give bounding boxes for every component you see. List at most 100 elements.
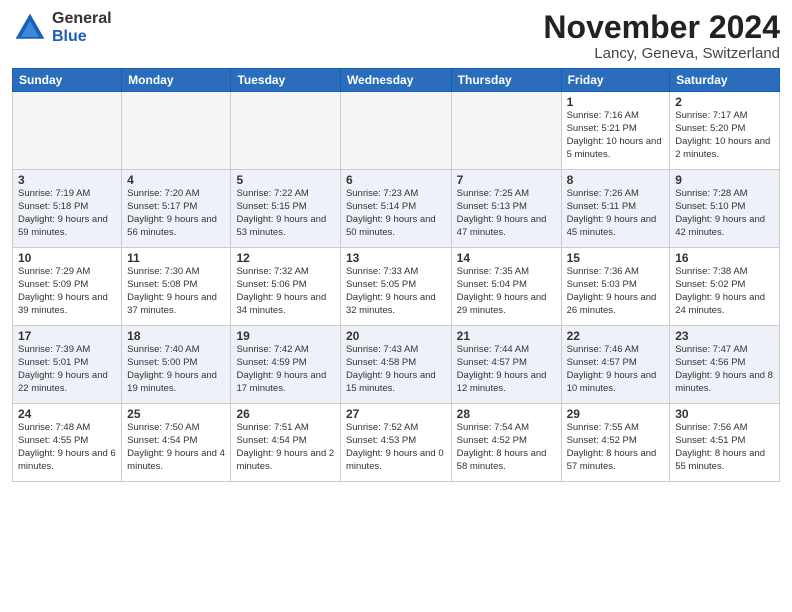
table-row: 23Sunrise: 7:47 AM Sunset: 4:56 PM Dayli… <box>670 326 780 404</box>
day-number: 28 <box>457 407 556 421</box>
table-row: 12Sunrise: 7:32 AM Sunset: 5:06 PM Dayli… <box>231 248 340 326</box>
table-row: 20Sunrise: 7:43 AM Sunset: 4:58 PM Dayli… <box>340 326 451 404</box>
day-number: 27 <box>346 407 446 421</box>
day-info: Sunrise: 7:23 AM Sunset: 5:14 PM Dayligh… <box>346 188 446 239</box>
calendar-header-row: Sunday Monday Tuesday Wednesday Thursday… <box>13 69 780 92</box>
day-number: 24 <box>18 407 116 421</box>
day-number: 20 <box>346 329 446 343</box>
day-number: 5 <box>236 173 334 187</box>
day-number: 8 <box>567 173 665 187</box>
table-row <box>451 92 561 170</box>
col-friday: Friday <box>561 69 670 92</box>
title-block: November 2024 Lancy, Geneva, Switzerland <box>543 10 780 62</box>
col-thursday: Thursday <box>451 69 561 92</box>
calendar-week-row: 17Sunrise: 7:39 AM Sunset: 5:01 PM Dayli… <box>13 326 780 404</box>
col-sunday: Sunday <box>13 69 122 92</box>
table-row: 27Sunrise: 7:52 AM Sunset: 4:53 PM Dayli… <box>340 404 451 482</box>
day-number: 4 <box>127 173 225 187</box>
calendar-week-row: 10Sunrise: 7:29 AM Sunset: 5:09 PM Dayli… <box>13 248 780 326</box>
day-info: Sunrise: 7:56 AM Sunset: 4:51 PM Dayligh… <box>675 422 774 473</box>
day-info: Sunrise: 7:38 AM Sunset: 5:02 PM Dayligh… <box>675 266 774 317</box>
day-info: Sunrise: 7:28 AM Sunset: 5:10 PM Dayligh… <box>675 188 774 239</box>
table-row: 6Sunrise: 7:23 AM Sunset: 5:14 PM Daylig… <box>340 170 451 248</box>
month-title: November 2024 <box>543 10 780 45</box>
day-info: Sunrise: 7:26 AM Sunset: 5:11 PM Dayligh… <box>567 188 665 239</box>
day-info: Sunrise: 7:17 AM Sunset: 5:20 PM Dayligh… <box>675 110 774 161</box>
day-info: Sunrise: 7:16 AM Sunset: 5:21 PM Dayligh… <box>567 110 665 161</box>
table-row: 19Sunrise: 7:42 AM Sunset: 4:59 PM Dayli… <box>231 326 340 404</box>
day-number: 11 <box>127 251 225 265</box>
day-info: Sunrise: 7:50 AM Sunset: 4:54 PM Dayligh… <box>127 422 225 473</box>
day-info: Sunrise: 7:35 AM Sunset: 5:04 PM Dayligh… <box>457 266 556 317</box>
col-saturday: Saturday <box>670 69 780 92</box>
logo-blue: Blue <box>52 28 112 46</box>
day-info: Sunrise: 7:32 AM Sunset: 5:06 PM Dayligh… <box>236 266 334 317</box>
table-row <box>13 92 122 170</box>
table-row: 9Sunrise: 7:28 AM Sunset: 5:10 PM Daylig… <box>670 170 780 248</box>
table-row <box>340 92 451 170</box>
day-number: 14 <box>457 251 556 265</box>
table-row: 4Sunrise: 7:20 AM Sunset: 5:17 PM Daylig… <box>122 170 231 248</box>
day-number: 1 <box>567 95 665 109</box>
table-row: 11Sunrise: 7:30 AM Sunset: 5:08 PM Dayli… <box>122 248 231 326</box>
day-info: Sunrise: 7:22 AM Sunset: 5:15 PM Dayligh… <box>236 188 334 239</box>
day-info: Sunrise: 7:42 AM Sunset: 4:59 PM Dayligh… <box>236 344 334 395</box>
day-number: 19 <box>236 329 334 343</box>
day-info: Sunrise: 7:47 AM Sunset: 4:56 PM Dayligh… <box>675 344 774 395</box>
day-number: 2 <box>675 95 774 109</box>
table-row: 10Sunrise: 7:29 AM Sunset: 5:09 PM Dayli… <box>13 248 122 326</box>
day-info: Sunrise: 7:39 AM Sunset: 5:01 PM Dayligh… <box>18 344 116 395</box>
table-row <box>231 92 340 170</box>
day-number: 12 <box>236 251 334 265</box>
table-row: 21Sunrise: 7:44 AM Sunset: 4:57 PM Dayli… <box>451 326 561 404</box>
table-row: 24Sunrise: 7:48 AM Sunset: 4:55 PM Dayli… <box>13 404 122 482</box>
table-row: 29Sunrise: 7:55 AM Sunset: 4:52 PM Dayli… <box>561 404 670 482</box>
table-row: 30Sunrise: 7:56 AM Sunset: 4:51 PM Dayli… <box>670 404 780 482</box>
table-row <box>122 92 231 170</box>
day-number: 26 <box>236 407 334 421</box>
logo-general: General <box>52 10 112 28</box>
table-row: 14Sunrise: 7:35 AM Sunset: 5:04 PM Dayli… <box>451 248 561 326</box>
day-number: 29 <box>567 407 665 421</box>
day-info: Sunrise: 7:36 AM Sunset: 5:03 PM Dayligh… <box>567 266 665 317</box>
table-row: 7Sunrise: 7:25 AM Sunset: 5:13 PM Daylig… <box>451 170 561 248</box>
table-row: 28Sunrise: 7:54 AM Sunset: 4:52 PM Dayli… <box>451 404 561 482</box>
table-row: 1Sunrise: 7:16 AM Sunset: 5:21 PM Daylig… <box>561 92 670 170</box>
day-number: 16 <box>675 251 774 265</box>
day-number: 30 <box>675 407 774 421</box>
table-row: 17Sunrise: 7:39 AM Sunset: 5:01 PM Dayli… <box>13 326 122 404</box>
day-number: 25 <box>127 407 225 421</box>
day-info: Sunrise: 7:48 AM Sunset: 4:55 PM Dayligh… <box>18 422 116 473</box>
day-number: 15 <box>567 251 665 265</box>
day-number: 6 <box>346 173 446 187</box>
day-info: Sunrise: 7:40 AM Sunset: 5:00 PM Dayligh… <box>127 344 225 395</box>
day-number: 3 <box>18 173 116 187</box>
day-info: Sunrise: 7:20 AM Sunset: 5:17 PM Dayligh… <box>127 188 225 239</box>
day-info: Sunrise: 7:43 AM Sunset: 4:58 PM Dayligh… <box>346 344 446 395</box>
day-number: 22 <box>567 329 665 343</box>
table-row: 18Sunrise: 7:40 AM Sunset: 5:00 PM Dayli… <box>122 326 231 404</box>
calendar: Sunday Monday Tuesday Wednesday Thursday… <box>12 68 780 482</box>
table-row: 8Sunrise: 7:26 AM Sunset: 5:11 PM Daylig… <box>561 170 670 248</box>
day-number: 10 <box>18 251 116 265</box>
calendar-week-row: 1Sunrise: 7:16 AM Sunset: 5:21 PM Daylig… <box>13 92 780 170</box>
day-number: 13 <box>346 251 446 265</box>
table-row: 2Sunrise: 7:17 AM Sunset: 5:20 PM Daylig… <box>670 92 780 170</box>
logo-text: General Blue <box>52 10 112 45</box>
day-number: 21 <box>457 329 556 343</box>
day-info: Sunrise: 7:46 AM Sunset: 4:57 PM Dayligh… <box>567 344 665 395</box>
day-info: Sunrise: 7:55 AM Sunset: 4:52 PM Dayligh… <box>567 422 665 473</box>
table-row: 13Sunrise: 7:33 AM Sunset: 5:05 PM Dayli… <box>340 248 451 326</box>
day-info: Sunrise: 7:52 AM Sunset: 4:53 PM Dayligh… <box>346 422 446 473</box>
header: General Blue November 2024 Lancy, Geneva… <box>12 10 780 62</box>
day-number: 17 <box>18 329 116 343</box>
calendar-week-row: 3Sunrise: 7:19 AM Sunset: 5:18 PM Daylig… <box>13 170 780 248</box>
col-monday: Monday <box>122 69 231 92</box>
logo: General Blue <box>12 10 112 46</box>
table-row: 3Sunrise: 7:19 AM Sunset: 5:18 PM Daylig… <box>13 170 122 248</box>
day-info: Sunrise: 7:54 AM Sunset: 4:52 PM Dayligh… <box>457 422 556 473</box>
day-info: Sunrise: 7:33 AM Sunset: 5:05 PM Dayligh… <box>346 266 446 317</box>
table-row: 16Sunrise: 7:38 AM Sunset: 5:02 PM Dayli… <box>670 248 780 326</box>
day-number: 23 <box>675 329 774 343</box>
day-info: Sunrise: 7:29 AM Sunset: 5:09 PM Dayligh… <box>18 266 116 317</box>
